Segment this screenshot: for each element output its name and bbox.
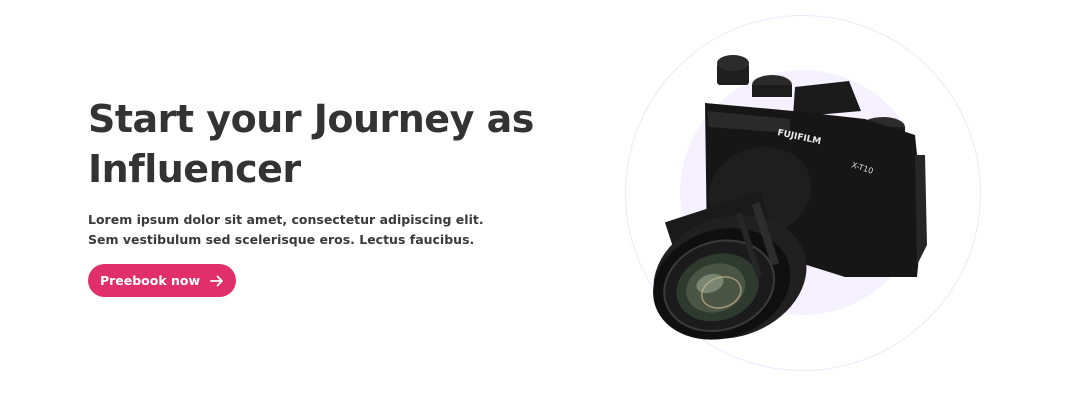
preebook-now-label: Preebook now	[99, 273, 201, 288]
arrow-right-icon	[210, 275, 224, 287]
headline-line-1: Start your Journey as	[88, 97, 534, 141]
headline-line-2: Influencer	[88, 147, 301, 191]
hero-headline: Start your Journey as Influencer	[88, 94, 548, 194]
preebook-now-button[interactable]: Preebook now	[88, 264, 236, 297]
hero-subtext: Lorem ipsum dolor sit amet, consectetur …	[88, 212, 484, 247]
camera-image: FUJIFILM X-T10	[653, 55, 927, 340]
hero-section: Start your Journey as Influencer Lorem i…	[0, 0, 1075, 409]
hero-copy: Start your Journey as Influencer Lorem i…	[88, 94, 548, 250]
hero-visual: FUJIFILM X-T10	[625, 15, 981, 371]
camera-viewfinder-hump	[793, 81, 861, 117]
